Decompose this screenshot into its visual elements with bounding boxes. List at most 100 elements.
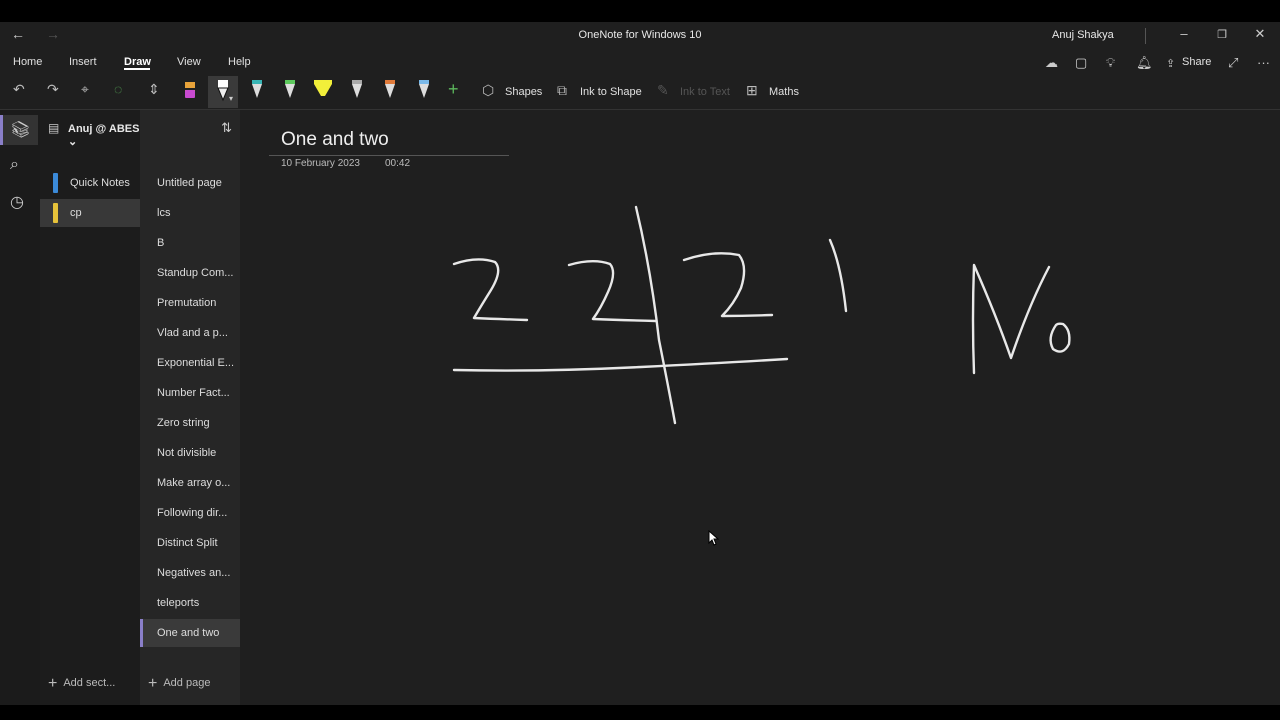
eraser-icon[interactable] — [182, 78, 198, 104]
share-button[interactable]: Share — [1182, 56, 1211, 68]
notebooks-icon[interactable]: 📚︎ — [10, 120, 30, 140]
page-item[interactable]: Not divisible — [140, 439, 240, 467]
rail-active-indicator — [0, 115, 3, 145]
page-item[interactable]: Exponential E... — [140, 349, 240, 377]
title-bar: ← → OneNote for Windows 10 Anuj Shakya –… — [0, 22, 1280, 50]
active-menu-indicator — [124, 68, 150, 70]
section-color-tab — [53, 173, 58, 193]
page-label: Premutation — [157, 297, 217, 309]
section-cp[interactable]: cp — [40, 199, 140, 227]
pen-orange-icon[interactable] — [382, 78, 398, 104]
page-label: Negatives an... — [157, 567, 231, 579]
redo-icon[interactable]: ↷ — [47, 81, 59, 98]
shapes-icon: ⬡ — [482, 82, 495, 98]
user-name[interactable]: Anuj Shakya — [1052, 29, 1114, 41]
page-item[interactable]: Number Fact... — [140, 379, 240, 407]
page-item[interactable]: Standup Com... — [140, 259, 240, 287]
add-section-button[interactable]: + Add sect... — [48, 675, 115, 693]
restore-icon[interactable]: ❐ — [1212, 28, 1232, 41]
search-icon[interactable]: ⌕ — [10, 156, 19, 174]
page-label: Vlad and a p... — [157, 327, 228, 339]
page-item[interactable]: Distinct Split — [140, 529, 240, 557]
add-section-label: Add sect... — [63, 677, 116, 689]
expand-icon[interactable]: ⤢ — [1228, 55, 1238, 71]
page-item[interactable]: Premutation — [140, 289, 240, 317]
page-label: Untitled page — [157, 177, 222, 189]
menu-insert[interactable]: Insert — [69, 56, 97, 68]
menu-help[interactable]: Help — [228, 56, 251, 68]
section-quick-notes[interactable]: Quick Notes — [40, 169, 140, 197]
ink-to-text-icon: ✎ — [657, 82, 669, 98]
undo-icon[interactable]: ↶ — [13, 81, 25, 98]
more-options-icon[interactable]: ··· — [1257, 55, 1270, 70]
navigation-rail: 📚︎ ⌕ ◷ — [0, 110, 40, 705]
shapes-button[interactable]: Shapes — [505, 86, 542, 98]
plus-icon: + — [48, 675, 58, 692]
page-item[interactable]: B — [140, 229, 240, 257]
chevron-down-icon[interactable]: ▾ — [229, 94, 233, 103]
notebook-icon: ▤ — [48, 121, 60, 135]
highlighter-yellow-icon[interactable] — [312, 78, 334, 104]
menu-view[interactable]: View — [177, 56, 201, 68]
close-icon[interactable]: ✕ — [1250, 26, 1270, 42]
ink-stroke — [1049, 322, 1071, 353]
ink-stroke — [452, 357, 789, 372]
ink-stroke — [452, 258, 529, 322]
pen-green-icon[interactable] — [282, 78, 298, 104]
pencil-grey-icon[interactable] — [349, 78, 365, 104]
page-label: Following dir... — [157, 507, 228, 519]
ink-to-shape-icon: ⧉ — [557, 82, 567, 98]
plus-icon: + — [148, 675, 158, 692]
page-item[interactable]: Vlad and a p... — [140, 319, 240, 347]
page-label: Make array o... — [157, 477, 231, 489]
menu-home[interactable]: Home — [13, 56, 42, 68]
draw-toolbar: ↶ ↷ ⌖ ◌ ⇕ ▾ + ⬡ Shapes ⧉ Ink to Shape ✎ … — [0, 76, 1280, 108]
notebook-icon[interactable]: ▢ — [1075, 55, 1087, 71]
ink-stroke — [682, 252, 774, 318]
lightbulb-icon[interactable]: 💡︎ — [1106, 55, 1115, 71]
maths-icon: ⊞ — [746, 82, 758, 98]
notebook-selector[interactable]: Anuj @ ABES ⌄ — [68, 123, 140, 148]
page-item-active[interactable]: One and two — [140, 619, 240, 647]
pen-teal-icon[interactable] — [249, 78, 265, 104]
page-item[interactable]: Make array o... — [140, 469, 240, 497]
add-page-button[interactable]: + Add page — [148, 675, 210, 693]
ink-to-text-button[interactable]: Ink to Text — [680, 86, 730, 98]
page-label: Exponential E... — [157, 357, 235, 369]
add-pen-icon[interactable]: + — [448, 79, 459, 100]
share-icon: ⇪ — [1166, 58, 1176, 70]
ink-stroke — [971, 263, 1051, 375]
sync-icon[interactable]: ☁ — [1045, 55, 1058, 71]
page-item[interactable]: Untitled page — [140, 169, 240, 197]
select-text-icon[interactable]: ⌖ — [81, 81, 89, 98]
ink-stroke — [634, 205, 677, 425]
page-item[interactable]: Negatives an... — [140, 559, 240, 587]
page-label: lcs — [157, 207, 171, 219]
pen-blue-icon[interactable] — [416, 78, 432, 104]
pages-pane: ⇅ Untitled page lcs B Standup Com... Pre… — [140, 110, 240, 705]
maths-button[interactable]: Maths — [769, 86, 799, 98]
page-label: Number Fact... — [157, 387, 230, 399]
page-label: Not divisible — [157, 447, 217, 459]
minimize-icon[interactable]: – — [1174, 26, 1194, 41]
title-separator — [1145, 28, 1146, 44]
page-item[interactable]: Following dir... — [140, 499, 240, 527]
add-page-label: Add page — [163, 677, 211, 689]
add-space-icon[interactable]: ⇕ — [148, 81, 160, 98]
bell-icon[interactable]: 🔔︎ — [1136, 55, 1153, 71]
mouse-cursor-icon — [708, 530, 720, 546]
page-label: teleports — [157, 597, 200, 609]
chevron-down-icon: ⌄ — [68, 136, 78, 148]
lasso-select-icon[interactable]: ◌ — [114, 81, 122, 97]
page-item[interactable]: lcs — [140, 199, 240, 227]
handwritten-ink[interactable] — [241, 110, 1280, 705]
ink-to-shape-button[interactable]: Ink to Shape — [580, 86, 642, 98]
sort-icon[interactable]: ⇅ — [132, 120, 232, 136]
ink-stroke — [567, 260, 658, 323]
section-label: Quick Notes — [70, 177, 130, 189]
page-item[interactable]: Zero string — [140, 409, 240, 437]
menu-draw[interactable]: Draw — [124, 56, 151, 68]
page-canvas[interactable]: One and two 10 February 2023 00:42 — [241, 110, 1280, 705]
page-item[interactable]: teleports — [140, 589, 240, 617]
recent-clock-icon[interactable]: ◷ — [10, 192, 24, 212]
